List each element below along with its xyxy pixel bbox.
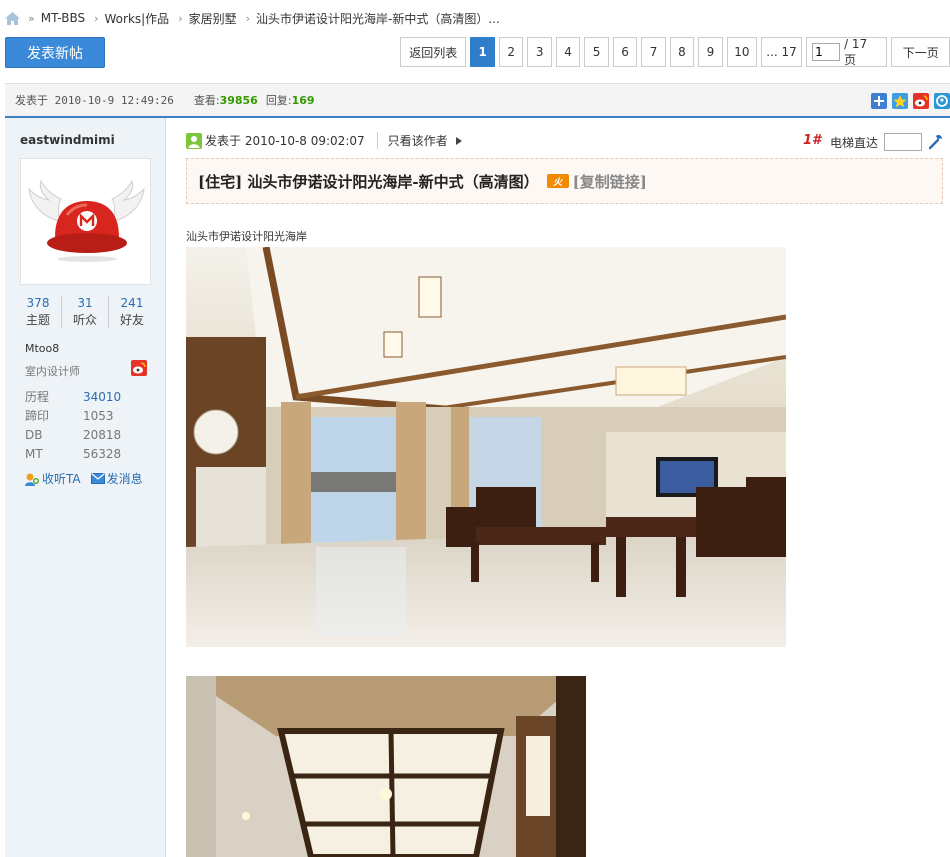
home-icon[interactable] bbox=[5, 11, 20, 25]
author-counts: 378 主题 31 听众 241 好友 bbox=[15, 296, 155, 328]
breadcrumb-separator: › bbox=[245, 11, 251, 25]
stat-label: 蹄印 bbox=[25, 409, 50, 423]
post-meta: 发表于 2010-10-8 09:02:07 只看该作者 bbox=[186, 132, 463, 149]
page-jump-input[interactable] bbox=[812, 43, 841, 61]
page-10-button[interactable]: 10 bbox=[726, 37, 758, 67]
replies-label: 回复: bbox=[265, 94, 292, 107]
corridor-photo[interactable] bbox=[186, 676, 586, 857]
post-caption: 汕头市伊诺设计阳光海岸 bbox=[186, 230, 307, 243]
friends-count-label: 好友 bbox=[119, 313, 144, 327]
breadcrumb-item-category[interactable]: 家居别墅 bbox=[189, 10, 237, 27]
back-to-list-button[interactable]: 返回列表 bbox=[400, 37, 467, 67]
page-7-button[interactable]: 7 bbox=[641, 37, 666, 67]
author-actions: 收听TA 发消息 bbox=[24, 470, 143, 487]
send-message-label: 发消息 bbox=[106, 472, 143, 486]
copy-link-button[interactable]: [复制链接] bbox=[573, 171, 647, 192]
friends-count-value: 241 bbox=[120, 296, 144, 310]
follow-icon bbox=[25, 473, 39, 486]
weibo-share-icon[interactable] bbox=[913, 93, 929, 109]
floor-number: 1# bbox=[803, 133, 822, 148]
living-room-photo[interactable] bbox=[186, 247, 786, 647]
stat-value: 20818 bbox=[83, 427, 122, 442]
listeners-count-label: 听众 bbox=[72, 313, 97, 327]
author-uid: Mtoo8 bbox=[25, 342, 60, 355]
arrow-right-icon bbox=[455, 136, 462, 145]
views-count: 39856 bbox=[219, 94, 258, 107]
views-label: 查看: bbox=[193, 94, 220, 107]
stat-value[interactable]: 34010 bbox=[83, 390, 121, 404]
page-4-button[interactable]: 4 bbox=[555, 37, 581, 67]
thread-info-bar: 发表于 2010-10-9 12:49:26 查看:39856 回复:169 bbox=[5, 83, 950, 118]
add-share-icon[interactable] bbox=[871, 93, 887, 109]
listeners-count-value: 31 bbox=[77, 296, 93, 310]
stat-label: MT bbox=[25, 446, 43, 461]
page-total-label: / 17 页 bbox=[844, 36, 868, 67]
breadcrumb-separator: › bbox=[94, 11, 99, 25]
stat-value: 56328 bbox=[83, 446, 122, 461]
post-title: [住宅] 汕头市伊诺设计阳光海岸-新中式（高清图） bbox=[198, 172, 539, 191]
tencent-share-icon[interactable] bbox=[934, 93, 950, 109]
author-name[interactable]: eastwindmimi bbox=[20, 133, 115, 147]
author-stat-row: DB 20818 bbox=[25, 425, 155, 444]
envelope-icon bbox=[90, 473, 105, 484]
listeners-count[interactable]: 31 听众 bbox=[62, 296, 109, 328]
elevator-label: 电梯直达 bbox=[830, 136, 879, 150]
pagination: 返回列表 1 2 3 4 5 6 7 8 9 10 ... 17 / 17 页 … bbox=[400, 37, 950, 67]
author-title: 室内设计师 bbox=[25, 365, 80, 378]
mario-cap-avatar-image bbox=[28, 179, 145, 262]
qzone-share-icon[interactable] bbox=[892, 93, 908, 109]
views-stat: 查看:39856 bbox=[194, 92, 258, 108]
author-sidebar: eastwindmimi 378 主题 31 听众 241 好友 Mtoo8 室… bbox=[5, 118, 166, 857]
breadcrumb: » MT-BBS › Works|作品 › 家居别墅 › 汕头市伊诺设计阳光海岸… bbox=[5, 8, 509, 28]
weibo-icon[interactable] bbox=[131, 360, 147, 376]
page-jump: / 17 页 bbox=[806, 36, 888, 67]
page-8-button[interactable]: 8 bbox=[669, 37, 695, 67]
thread-post-date: 发表于 2010-10-9 12:49:26 bbox=[15, 94, 174, 107]
breadcrumb-item-current: 汕头市伊诺设计阳光海岸-新中式（高清图）... bbox=[256, 11, 500, 26]
stat-label: DB bbox=[25, 427, 43, 442]
post-title-box: [住宅] 汕头市伊诺设计阳光海岸-新中式（高清图） 火 [复制链接] bbox=[186, 158, 943, 204]
stat-label: 历程 bbox=[25, 390, 50, 404]
page-1-button[interactable]: 1 bbox=[470, 37, 495, 67]
floor-jump-input[interactable] bbox=[884, 133, 922, 151]
breadcrumb-separator: › bbox=[178, 11, 183, 25]
breadcrumb-item-bbs[interactable]: MT-BBS bbox=[41, 11, 85, 25]
go-floor-icon[interactable] bbox=[927, 133, 944, 150]
follow-button[interactable]: 收听TA bbox=[24, 470, 81, 487]
page-2-button[interactable]: 2 bbox=[498, 37, 524, 67]
author-stat-row: 历程 34010 bbox=[25, 387, 155, 406]
topics-count[interactable]: 378 主题 bbox=[15, 296, 62, 328]
follow-label: 收听TA bbox=[42, 472, 81, 486]
author-stats: 历程 34010 蹄印 1053 DB 20818 MT 56328 bbox=[25, 387, 155, 463]
only-author-link[interactable]: 只看该作者 bbox=[376, 132, 448, 149]
page-last-button[interactable]: ... 17 bbox=[761, 37, 803, 67]
stat-value: 1053 bbox=[83, 408, 114, 423]
send-message-button[interactable]: 发消息 bbox=[90, 470, 143, 487]
share-icons bbox=[871, 93, 950, 109]
breadcrumb-item-works[interactable]: Works|作品 bbox=[105, 10, 170, 27]
author-stat-row: 蹄印 1053 bbox=[25, 406, 155, 425]
post-date: 发表于 2010-10-8 09:02:07 bbox=[205, 134, 365, 148]
online-user-icon bbox=[186, 132, 202, 149]
living-room-illustration bbox=[186, 247, 786, 647]
avatar[interactable] bbox=[20, 158, 151, 285]
page-5-button[interactable]: 5 bbox=[584, 37, 609, 67]
corridor-illustration bbox=[186, 676, 586, 857]
page-9-button[interactable]: 9 bbox=[698, 37, 723, 67]
replies-count: 169 bbox=[291, 94, 315, 107]
friends-count[interactable]: 241 好友 bbox=[109, 296, 155, 328]
new-post-button[interactable]: 发表新帖 bbox=[5, 37, 105, 68]
topics-count-label: 主题 bbox=[25, 313, 50, 327]
page-3-button[interactable]: 3 bbox=[527, 37, 552, 67]
next-page-button[interactable]: 下一页 bbox=[891, 37, 950, 67]
hot-badge: 火 bbox=[546, 174, 569, 188]
page-6-button[interactable]: 6 bbox=[612, 37, 638, 67]
topics-count-value: 378 bbox=[26, 296, 50, 310]
breadcrumb-separator: » bbox=[28, 11, 35, 25]
author-stat-row: MT 56328 bbox=[25, 444, 155, 463]
replies-stat: 回复:169 bbox=[266, 92, 315, 108]
